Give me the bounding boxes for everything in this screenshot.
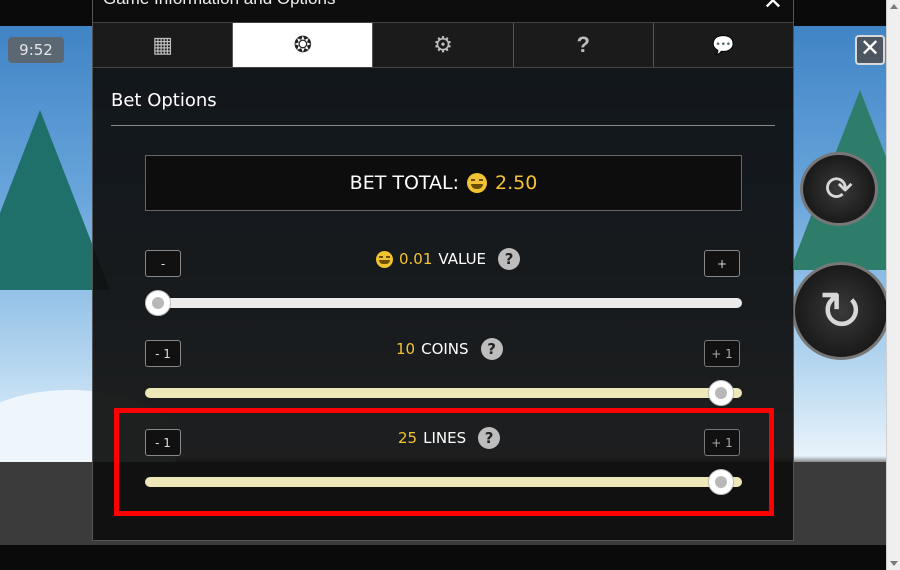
spin-button[interactable]: ↻ <box>792 262 886 360</box>
coins-increase-button[interactable]: + 1 <box>704 340 740 367</box>
bet-total-label: BET TOTAL: <box>349 172 460 194</box>
tab-bet-options[interactable]: ❂ <box>233 23 374 67</box>
section-title: Bet Options <box>111 90 217 111</box>
bet-total-value: 2.50 <box>495 172 538 194</box>
value-increase-button[interactable]: + <box>704 250 740 277</box>
scroll-up-icon[interactable] <box>890 4 898 9</box>
coins-number: 10 <box>396 340 416 358</box>
autoplay-button[interactable]: ⟳ <box>800 152 878 226</box>
tab-bar: ▦ ❂ ⚙ ? 💬 <box>93 22 794 68</box>
autoplay-icon: ⟳ <box>824 170 854 208</box>
coins-label-group: 10 COINS ? <box>396 338 503 360</box>
value-number: 0.01 <box>399 250 433 268</box>
bottom-bar <box>0 545 886 570</box>
paytable-icon: ▦ <box>152 32 173 57</box>
coins-slider-track[interactable] <box>145 388 742 398</box>
gear-icon: ⚙ <box>433 32 453 57</box>
modal-close-button[interactable]: ✕ <box>763 0 783 16</box>
divider <box>111 125 775 126</box>
tab-settings[interactable]: ⚙ <box>373 23 514 67</box>
coin-bet-icon: ❂ <box>293 32 313 57</box>
clock: 9:52 <box>8 37 64 63</box>
tab-help[interactable]: ? <box>513 23 654 67</box>
tab-chat[interactable]: 💬 <box>653 23 794 67</box>
value-decrease-button[interactable]: - <box>145 250 181 277</box>
spin-icon: ↻ <box>818 281 864 342</box>
chat-icon: 💬 <box>712 34 735 55</box>
scrollbar[interactable] <box>886 0 900 570</box>
value-label: VALUE <box>438 250 487 268</box>
help-icon: ? <box>576 32 590 57</box>
bet-total-panel: BET TOTAL: 2.50 <box>145 155 742 211</box>
value-slider-track[interactable] <box>145 298 742 308</box>
coin-icon <box>467 173 488 193</box>
value-help-icon[interactable]: ? <box>498 248 521 270</box>
game-close-button[interactable]: ✕ <box>855 35 885 65</box>
scroll-down-icon[interactable] <box>890 561 898 566</box>
coins-decrease-button[interactable]: - 1 <box>145 340 181 367</box>
highlight-box <box>114 408 774 516</box>
value-label-group: 0.01 VALUE ? <box>376 248 521 270</box>
coin-icon <box>376 250 393 268</box>
tab-paytable[interactable]: ▦ <box>93 23 234 67</box>
coins-help-icon[interactable]: ? <box>480 338 503 360</box>
coins-label: COINS <box>421 340 469 358</box>
modal-title: Game Information and Options <box>103 0 335 15</box>
coins-slider-thumb[interactable] <box>708 380 734 406</box>
value-slider-thumb[interactable] <box>145 290 171 316</box>
